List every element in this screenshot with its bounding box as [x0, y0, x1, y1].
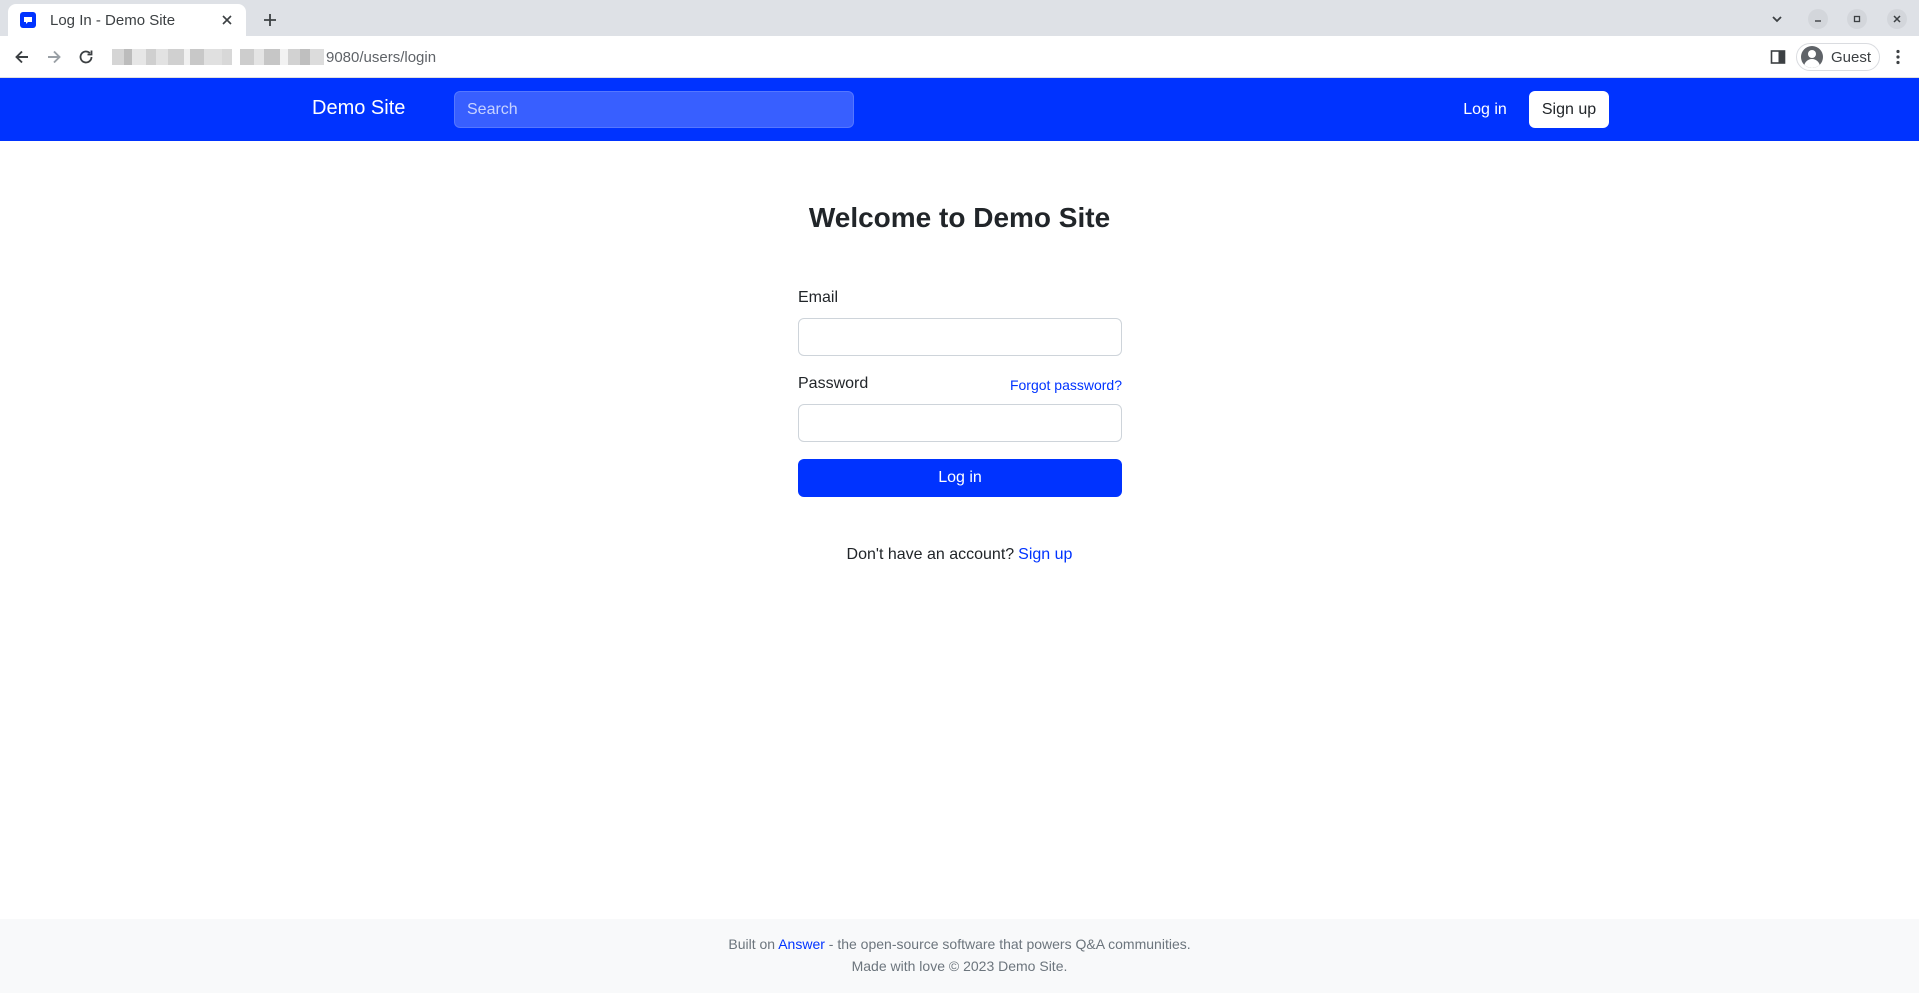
arrow-left-icon[interactable] — [11, 46, 33, 68]
password-field[interactable] — [798, 404, 1122, 442]
footer-tagline: - the open-source software that powers Q… — [828, 936, 1191, 952]
chat-bubble-icon — [20, 12, 36, 28]
maximize-icon[interactable] — [1847, 9, 1867, 29]
search-input[interactable] — [454, 91, 854, 128]
browser-tab[interactable]: Log In - Demo Site — [8, 4, 246, 36]
address-bar[interactable]: 9080/users/login — [104, 40, 1754, 74]
tab-close-icon[interactable] — [218, 11, 236, 29]
answer-link[interactable]: Answer — [778, 936, 825, 952]
reload-icon[interactable] — [75, 46, 97, 68]
signup-prompt-text: Don't have an account? — [846, 546, 1015, 563]
header-signup-button[interactable]: Sign up — [1529, 91, 1609, 128]
footer-copyright: Made with love © 2023 Demo Site. — [851, 958, 1068, 974]
login-submit-button[interactable]: Log in — [798, 459, 1122, 497]
forgot-password-link[interactable]: Forgot password? — [970, 377, 1122, 393]
page-footer: Built on Answer - the open-source softwa… — [0, 919, 1919, 993]
minimize-icon[interactable] — [1808, 9, 1828, 29]
signup-link[interactable]: Sign up — [1018, 546, 1072, 563]
browser-toolbar: 9080/users/login Guest — [0, 36, 1919, 78]
tab-search-chevron-down-icon[interactable] — [1767, 9, 1787, 29]
avatar-icon — [1801, 46, 1823, 68]
profile-name: Guest — [1831, 48, 1872, 66]
footer-built-on: Built on — [728, 936, 776, 952]
close-window-icon[interactable] — [1887, 9, 1907, 29]
footer-credit: Built on Answer - the open-source softwa… — [0, 936, 1919, 952]
site-header: Demo Site Log in Sign up — [0, 78, 1919, 141]
header-login-button[interactable]: Log in — [1454, 91, 1516, 128]
email-label: Email — [798, 289, 839, 306]
tab-title: Log In - Demo Site — [50, 11, 176, 29]
browser-tab-strip: Log In - Demo Site — [0, 0, 1919, 36]
email-field[interactable] — [798, 318, 1122, 356]
side-panel-icon[interactable] — [1768, 47, 1788, 67]
redacted-host — [112, 49, 324, 65]
page-title: Welcome to Demo Site — [808, 202, 1111, 233]
signup-prompt: Don't have an account? Sign up — [0, 546, 1919, 564]
profile-button[interactable]: Guest — [1796, 43, 1880, 71]
url-text: 9080/users/login — [326, 48, 437, 66]
new-tab-plus-icon[interactable] — [259, 9, 281, 31]
password-label: Password — [798, 375, 869, 392]
kebab-menu-icon[interactable] — [1888, 47, 1908, 67]
arrow-right-icon[interactable] — [43, 46, 65, 68]
brand-logo-link[interactable]: Demo Site — [312, 97, 405, 120]
